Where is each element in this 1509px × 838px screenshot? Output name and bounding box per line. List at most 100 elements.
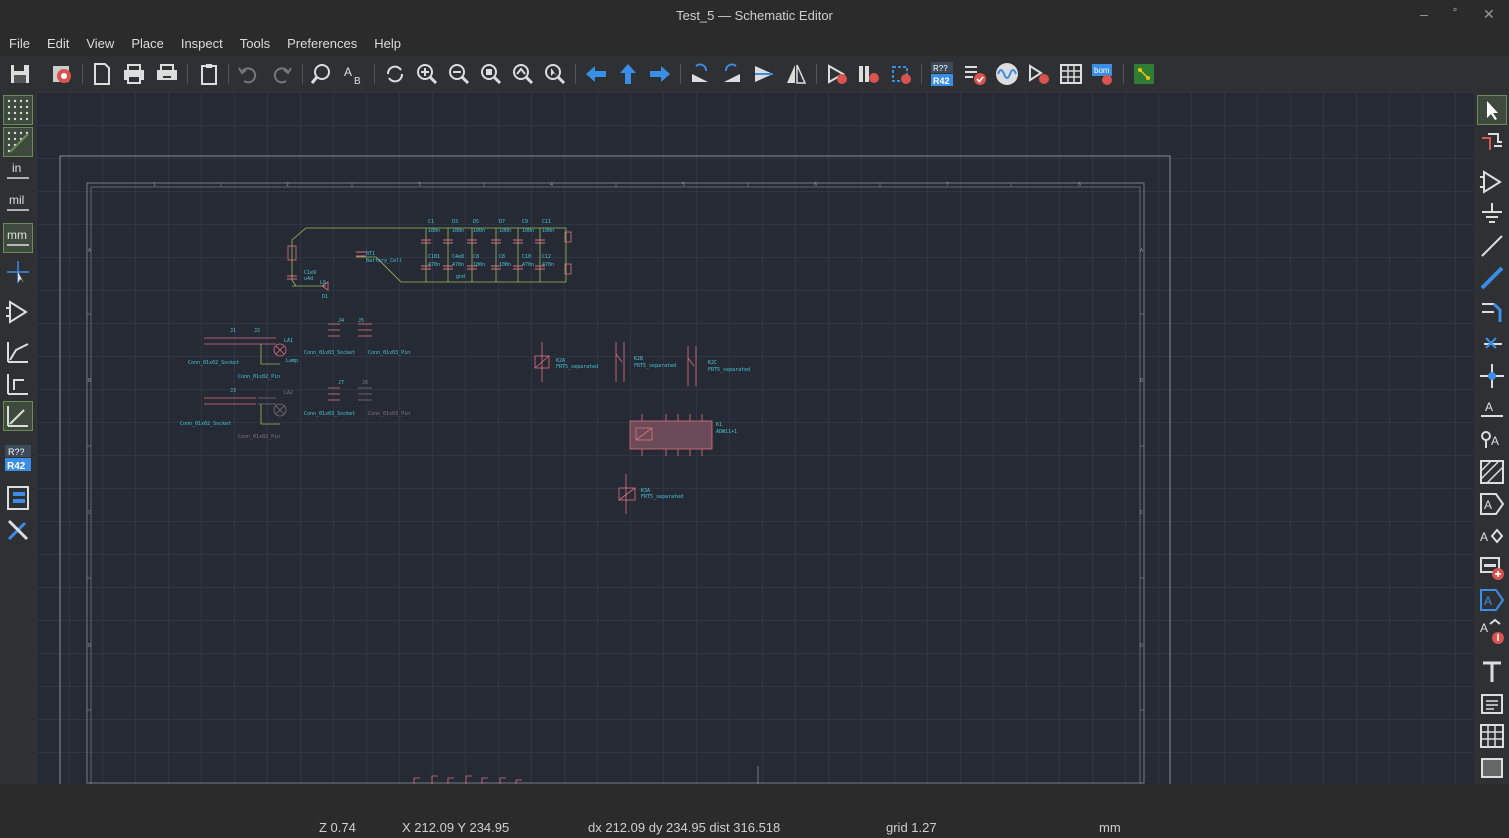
plot-icon[interactable] — [155, 62, 179, 86]
refresh-icon[interactable] — [383, 62, 407, 86]
add-netclass-icon[interactable]: A — [1478, 426, 1506, 454]
zoom-in-icon[interactable] — [415, 62, 439, 86]
menu-edit[interactable]: Edit — [38, 36, 77, 51]
svg-text:D1: D1 — [322, 294, 328, 300]
navigate-back-icon[interactable] — [584, 62, 608, 86]
print-icon[interactable] — [122, 62, 146, 86]
menu-file[interactable]: File — [0, 36, 38, 51]
svg-text:Conn_01x03_Socket: Conn_01x03_Socket — [304, 350, 355, 356]
page-settings-icon[interactable] — [90, 62, 114, 86]
import-sheet-pin-icon[interactable]: A — [1478, 618, 1506, 646]
zoom-fit-icon[interactable] — [479, 62, 503, 86]
menu-tools[interactable]: Tools — [231, 36, 278, 51]
mirror-vertical-icon[interactable] — [752, 62, 776, 86]
undo-icon[interactable] — [236, 62, 260, 86]
units-millimeters-icon[interactable]: mm — [3, 223, 33, 253]
svg-text:Conn_01x03_Pin: Conn_01x03_Pin — [368, 411, 410, 417]
add-textbox-icon[interactable] — [1478, 690, 1506, 718]
schematic-setup-icon[interactable] — [50, 62, 74, 86]
svg-text:100n: 100n — [473, 228, 485, 234]
rotate-cw-icon[interactable] — [720, 62, 744, 86]
pcb-editor-icon[interactable] — [1132, 62, 1156, 86]
navigate-up-icon[interactable] — [616, 62, 640, 86]
menu-place[interactable]: Place — [122, 36, 172, 51]
assign-footprints-icon[interactable] — [1027, 62, 1051, 86]
save-icon[interactable] — [8, 62, 32, 86]
rotate-ccw-icon[interactable] — [688, 62, 712, 86]
schematic-canvas[interactable]: 1234 5678 ABCD ABCD C1 D3 D5 D7 C9 C11 1… — [36, 92, 1474, 784]
add-global-label-icon[interactable]: A — [1478, 490, 1506, 518]
svg-text:C9: C9 — [522, 219, 528, 225]
svg-text:C4e8: C4e8 — [452, 254, 464, 260]
symbol-editor-icon[interactable] — [825, 62, 849, 86]
add-symbol-icon[interactable] — [1478, 168, 1506, 196]
right-toolbar: A A A A A A — [1474, 92, 1509, 784]
wire-90-icon[interactable] — [4, 370, 32, 398]
svg-text:BT1: BT1 — [366, 251, 375, 257]
units-mils-icon[interactable]: mil — [4, 192, 32, 220]
grid-toggle-icon[interactable] — [3, 95, 33, 125]
menu-inspect[interactable]: Inspect — [172, 36, 231, 51]
zoom-out-icon[interactable] — [447, 62, 471, 86]
annotate-icon[interactable]: R?? R42 — [930, 62, 954, 86]
add-sheet-icon[interactable] — [1478, 554, 1506, 582]
add-bus-entry-icon[interactable] — [1478, 296, 1506, 324]
message-area — [0, 784, 1509, 816]
svg-text:4: 4 — [550, 182, 553, 188]
no-connect-icon[interactable] — [1478, 330, 1506, 358]
add-label-icon[interactable]: A — [1478, 394, 1506, 422]
footprint-editor-icon[interactable] — [889, 62, 913, 86]
maximize-button[interactable]: ˚ — [1453, 6, 1458, 22]
symbol-browser-icon[interactable] — [857, 62, 881, 86]
add-bus-icon[interactable] — [1478, 264, 1506, 292]
mirror-horizontal-icon[interactable] — [784, 62, 808, 86]
close-button[interactable]: ✕ — [1483, 6, 1495, 23]
svg-text:J8: J8 — [362, 380, 368, 386]
menu-help[interactable]: Help — [365, 36, 409, 51]
find-replace-icon[interactable]: AB — [342, 62, 366, 86]
select-tool-icon[interactable] — [1477, 95, 1507, 125]
add-table-icon[interactable] — [1478, 722, 1506, 750]
svg-text:C: C — [88, 510, 91, 516]
svg-text:7: 7 — [946, 182, 949, 188]
add-rectangle-icon[interactable] — [1478, 754, 1506, 782]
relay-k1 — [629, 414, 713, 456]
add-wire-icon[interactable] — [1478, 232, 1506, 260]
svg-text:C10: C10 — [522, 254, 531, 260]
menu-view[interactable]: View — [77, 36, 122, 51]
add-rule-area-icon[interactable] — [1478, 458, 1506, 486]
redo-icon[interactable] — [270, 62, 294, 86]
menu-preferences[interactable]: Preferences — [278, 36, 365, 51]
grid-override-icon[interactable] — [3, 127, 33, 157]
paste-icon[interactable] — [197, 62, 221, 86]
properties-tools-icon[interactable] — [4, 516, 32, 544]
add-hierarchical-label-icon[interactable]: A — [1478, 522, 1506, 550]
find-icon[interactable] — [310, 62, 334, 86]
cursor-position: X 212.09 Y 234.95 — [402, 820, 510, 835]
simulator-icon[interactable] — [995, 62, 1019, 86]
cursor-crosshair-icon[interactable] — [4, 258, 32, 286]
svg-text:R42: R42 — [933, 76, 950, 86]
svg-text:C1: C1 — [428, 219, 434, 225]
highlight-net-icon[interactable] — [1478, 128, 1506, 156]
hierarchy-navigator-icon[interactable] — [4, 484, 32, 512]
annotation-display-icon[interactable]: R?? R42 — [4, 444, 32, 472]
erc-icon[interactable] — [963, 62, 987, 86]
add-junction-icon[interactable] — [1478, 362, 1506, 390]
navigate-forward-icon[interactable] — [648, 62, 672, 86]
bom-icon[interactable]: bom — [1091, 62, 1115, 86]
wire-any-angle-icon[interactable] — [4, 338, 32, 366]
wire-45-icon[interactable] — [3, 401, 33, 431]
hidden-pins-icon[interactable] — [4, 298, 32, 326]
add-text-icon[interactable] — [1478, 658, 1506, 686]
zoom-objects-icon[interactable] — [511, 62, 535, 86]
svg-text:J1: J1 — [230, 328, 236, 334]
svg-text:K1: K1 — [716, 422, 722, 428]
add-power-icon[interactable] — [1478, 200, 1506, 228]
field-editor-icon[interactable] — [1059, 62, 1083, 86]
units-inches-icon[interactable]: in — [4, 160, 32, 188]
svg-text:Battery_Cell: Battery_Cell — [366, 258, 402, 264]
zoom-selection-icon[interactable] — [543, 62, 567, 86]
add-sheet-pin-icon[interactable]: A — [1478, 586, 1506, 614]
minimize-button[interactable]: – — [1420, 6, 1428, 22]
